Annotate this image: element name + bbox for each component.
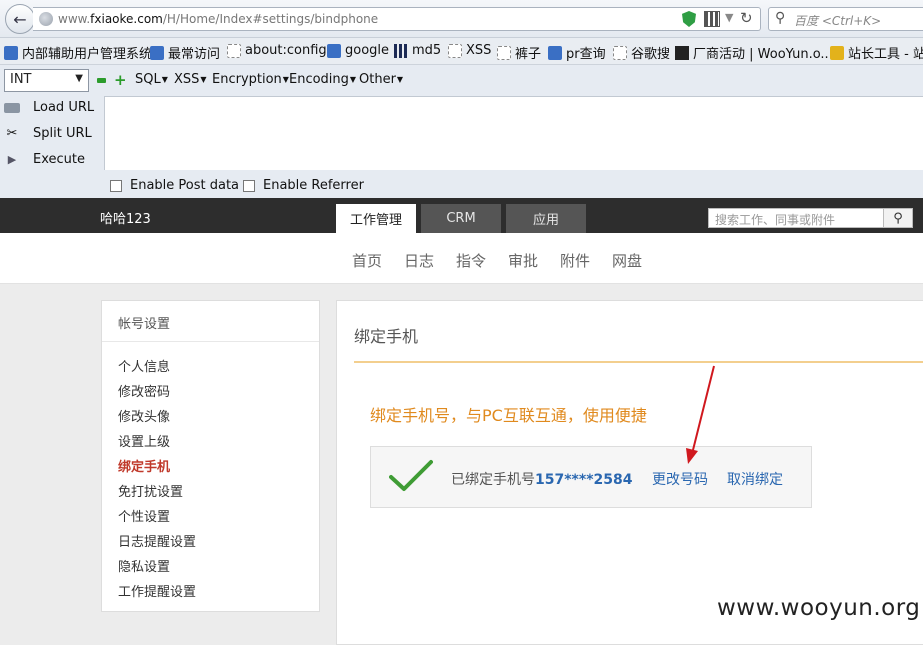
username[interactable]: 哈哈123 [100,208,151,227]
nav-log[interactable]: 日志 [404,250,434,271]
sidebar-item-work-reminder[interactable]: 工作提醒设置 [102,580,319,605]
blue-icon [4,45,18,60]
minus-icon[interactable] [97,78,106,83]
bookmark-item[interactable]: XSS [448,43,491,58]
bound-phone-box: 已绑定手机号157****2584 更改号码 取消绑定 [370,446,812,508]
sidebar-item-profile[interactable]: 个人信息 [102,355,319,380]
tab-work[interactable]: 工作管理 [336,204,416,233]
bookmark-item[interactable]: 裤子 [497,43,541,62]
split-url-button[interactable]: ✂ Split URL [4,126,92,141]
settings-menu: 个人信息 修改密码 修改头像 设置上级 绑定手机 免打扰设置 个性设置 日志提醒… [102,342,319,605]
qr-code-icon[interactable] [704,11,720,27]
page-icon [448,43,462,58]
page-icon [497,45,511,60]
change-number-link[interactable]: 更改号码 [652,469,708,489]
url-bar[interactable]: www.fxiaoke.com/H/Home/Index#settings/bi… [33,7,761,31]
bookmark-item[interactable]: pr查询 [548,43,606,62]
scissors-icon: ✂ [6,125,18,141]
annotation-arrow-icon [686,365,715,464]
nav-command[interactable]: 指令 [456,250,486,271]
bound-phone-label: 已绑定手机号157****2584 [451,472,633,488]
back-arrow-icon[interactable]: ← [5,4,35,34]
chevron-down-icon: ▼ [75,73,83,84]
sidebar-title: 帐号设置 [102,301,319,342]
unbind-link[interactable]: 取消绑定 [727,469,783,489]
settings-sidebar: 帐号设置 个人信息 修改密码 修改头像 设置上级 绑定手机 免打扰设置 个性设置… [101,300,320,612]
blue-icon [150,45,164,60]
bookmark-item[interactable]: md5 [394,43,441,58]
nav-approval[interactable]: 审批 [508,250,538,271]
sidebar-item-superior[interactable]: 设置上级 [102,430,319,455]
enable-post-checkbox[interactable]: Enable Post data [110,178,239,193]
page-icon [227,43,241,58]
browser-search-input[interactable]: ⚲ 百度 <Ctrl+K> [768,7,923,31]
yellow-icon [830,45,844,60]
hackbar-actions: Load URL ✂ Split URL ▶ Execute [0,96,104,198]
play-icon: ▶ [7,152,17,166]
bookmark-item[interactable]: google [327,43,389,58]
menu-other[interactable]: Other▼ [359,72,403,87]
load-url-icon [4,102,20,113]
hackbar-menu: INT ▼ + SQL▼ XSS▼ Encryption▼ Encoding▼ O… [0,65,923,96]
enable-referrer-checkbox[interactable]: Enable Referrer [243,178,364,193]
reload-icon[interactable]: ↻ [740,9,753,27]
page-icon [613,45,627,60]
menu-sql[interactable]: SQL▼ [135,72,168,87]
sidebar-item-privacy[interactable]: 隐私设置 [102,555,319,580]
check-icon [389,460,433,491]
load-url-button[interactable]: Load URL [4,100,94,115]
bookmark-item[interactable]: about:config [227,43,327,58]
wooyun-icon [675,45,689,60]
chevron-down-icon[interactable]: ▼ [725,11,733,24]
nav-netdisk[interactable]: 网盘 [612,250,642,271]
shield-icon[interactable] [682,11,696,27]
search-icon[interactable]: ⚲ [883,208,913,228]
sub-navigation: 首页 日志 指令 审批 附件 网盘 [0,233,923,284]
grid-icon [394,43,408,58]
bind-phone-panel: 绑定手机 绑定手机号，与PC互联互通，使用便捷 已绑定手机号157****258… [336,300,923,645]
google-icon [327,43,341,58]
tab-crm[interactable]: CRM [421,204,501,233]
execute-button[interactable]: ▶ Execute [4,152,85,167]
bookmark-item[interactable]: 最常访问 [150,43,220,62]
title-divider [354,361,923,363]
menu-encryption[interactable]: Encryption▼ [212,72,289,87]
plus-icon[interactable]: + [114,73,127,88]
search-icon: ⚲ [775,10,786,26]
tab-apps[interactable]: 应用 [506,204,586,233]
browser-toolbar: ← www.fxiaoke.com/H/Home/Index#settings/… [0,0,923,38]
sidebar-item-dnd[interactable]: 免打扰设置 [102,480,319,505]
bookmark-item[interactable]: 厂商活动 | WooYun.o... [675,43,833,62]
bookmarks-bar: 内部辅助用户管理系统 最常访问 about:config google md5 … [0,38,923,65]
menu-xss[interactable]: XSS▼ [174,72,207,87]
site-search-input[interactable]: 搜索工作、同事或附件 ⚲ [708,208,913,228]
page-title: 绑定手机 [354,327,419,346]
nav-home[interactable]: 首页 [352,250,382,271]
phone-number: 157****2584 [535,472,633,488]
bookmark-item[interactable]: 内部辅助用户管理系统 [4,43,152,62]
pr-icon [548,45,562,60]
menu-encoding[interactable]: Encoding▼ [289,72,356,87]
type-select[interactable]: INT ▼ [4,69,89,92]
sidebar-item-bind-phone[interactable]: 绑定手机 [102,455,319,480]
sidebar-item-personalize[interactable]: 个性设置 [102,505,319,530]
sidebar-item-log-reminder[interactable]: 日志提醒设置 [102,530,319,555]
sidebar-item-avatar[interactable]: 修改头像 [102,405,319,430]
hackbar-options: Enable Post data Enable Referrer [104,170,923,198]
sidebar-item-password[interactable]: 修改密码 [102,380,319,405]
url-textarea[interactable] [104,96,923,170]
globe-icon [39,12,53,26]
nav-attachment[interactable]: 附件 [560,250,590,271]
url-text[interactable]: www.fxiaoke.com/H/Home/Index#settings/bi… [58,12,378,26]
bookmark-item[interactable]: 站长工具 - 站 [830,43,923,62]
watermark: www.wooyun.org [717,595,921,621]
promo-text: 绑定手机号，与PC互联互通，使用便捷 [370,406,647,425]
bookmark-item[interactable]: 谷歌搜 [613,43,670,62]
